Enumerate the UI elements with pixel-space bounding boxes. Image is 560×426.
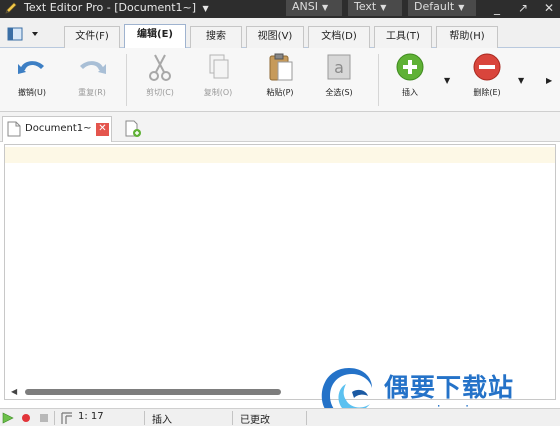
tab-search[interactable]: 搜索 (190, 26, 242, 48)
insert-mode-indicator[interactable]: 插入 (152, 411, 172, 426)
cut-button[interactable]: 剪切(C) (138, 52, 182, 108)
cut-label: 剪切(C) (146, 88, 174, 97)
encoding-value: ANSI (292, 0, 318, 13)
minimize-button[interactable]: _ (488, 0, 506, 18)
status-divider (232, 411, 233, 425)
ribbon-toolbar: 撤销(U) 重复(R) 剪切(C) 复制(O) 粘贴(P) a 全选(S) 插入… (0, 48, 560, 112)
tab-file[interactable]: 文件(F) (64, 26, 120, 48)
window-layout-icon (7, 27, 38, 41)
select-all-icon: a (327, 54, 351, 80)
stop-macro-icon[interactable] (38, 412, 50, 424)
paste-icon (269, 53, 293, 81)
document-icon (7, 121, 21, 137)
copy-button[interactable]: 复制(O) (196, 52, 240, 108)
title-bar: Text Editor Pro - [Document1~] ▼ ANSI ▼ T… (0, 0, 560, 18)
tab-edit[interactable]: 编辑(E) (124, 24, 186, 49)
scroll-left-icon[interactable]: ◀ (11, 387, 17, 396)
syntax-value: Text (354, 0, 377, 13)
insert-dropdown-chevron-icon[interactable]: ▼ (444, 76, 450, 85)
minus-circle-icon (473, 53, 501, 81)
undo-icon (18, 61, 44, 74)
undo-label: 撤销(U) (17, 88, 47, 97)
status-divider (54, 411, 55, 425)
close-tab-button[interactable]: ✕ (96, 123, 109, 136)
chevron-down-icon: ▼ (380, 3, 387, 12)
select-all-button[interactable]: a 全选(S) (316, 52, 362, 108)
redo-label: 重复(R) (78, 88, 106, 97)
cursor-position-icon (61, 412, 72, 424)
restore-button[interactable]: ↗ (514, 0, 532, 18)
ribbon-divider (378, 54, 379, 106)
paste-button[interactable]: 粘贴(P) (258, 52, 302, 108)
ribbon-divider (126, 54, 127, 106)
copy-label: 复制(O) (203, 88, 233, 97)
menu-tab-row: 文件(F) 编辑(E) 搜索 视图(V) 文档(D) 工具(T) 帮助(H) (0, 18, 560, 49)
document-tab-label: Document1~ (25, 123, 92, 134)
current-line-highlight (5, 147, 555, 163)
modified-indicator: 已更改 (240, 415, 270, 426)
play-macro-icon[interactable] (2, 412, 14, 424)
insert-button[interactable]: 插入 (390, 52, 430, 108)
undo-button[interactable]: 撤销(U) (10, 52, 54, 108)
insert-label: 插入 (402, 88, 418, 97)
delete-dropdown-chevron-icon[interactable]: ▼ (518, 76, 524, 85)
document-tab[interactable]: Document1~ ✕ (2, 116, 112, 142)
tab-view[interactable]: 视图(V) (246, 26, 304, 48)
app-pen-icon[interactable] (4, 1, 18, 15)
tab-help[interactable]: 帮助(H) (436, 26, 498, 48)
encoding-dropdown[interactable]: ANSI ▼ (286, 0, 342, 16)
app-name: Text Editor Pro (24, 1, 104, 14)
delete-label: 删除(E) (473, 88, 501, 97)
paste-label: 粘贴(P) (266, 88, 294, 97)
redo-button[interactable]: 重复(R) (70, 52, 114, 108)
theme-value: Default (414, 0, 455, 13)
status-divider (144, 411, 145, 425)
chevron-down-icon[interactable]: ▼ (203, 4, 209, 13)
plus-circle-icon (396, 53, 424, 81)
syntax-dropdown[interactable]: Text ▼ (348, 0, 402, 16)
scrollbar-thumb[interactable] (25, 389, 281, 395)
new-document-icon[interactable] (124, 120, 142, 138)
text-editor-area[interactable]: ◀ (4, 144, 556, 400)
copy-icon (209, 54, 229, 79)
delete-button[interactable]: 删除(E) (466, 52, 508, 108)
ribbon-scroll-right-icon[interactable]: ▶ (546, 76, 552, 85)
quick-access-button[interactable] (6, 26, 42, 42)
chevron-down-icon: ▼ (321, 3, 329, 12)
record-macro-icon[interactable] (20, 412, 32, 424)
document-tab-bar: Document1~ ✕ (0, 112, 560, 142)
theme-dropdown[interactable]: Default ▼ (408, 0, 476, 16)
tab-tools[interactable]: 工具(T) (374, 26, 432, 48)
title-separator: - (106, 1, 111, 14)
svg-text:a: a (334, 58, 344, 77)
cursor-position: 1: 17 (78, 411, 104, 422)
document-title: [Document1~] (114, 1, 197, 14)
status-bar: 1: 17 插入 已更改 (0, 408, 560, 426)
close-window-button[interactable]: ✕ (540, 0, 558, 18)
status-divider (306, 411, 307, 425)
scissors-icon (149, 54, 171, 81)
chevron-down-icon: ▼ (458, 3, 465, 12)
tab-document[interactable]: 文档(D) (308, 26, 370, 48)
window-title: Text Editor Pro - [Document1~] ▼ (24, 1, 209, 14)
select-all-label: 全选(S) (325, 88, 353, 97)
redo-icon (80, 61, 106, 74)
watermark-title: 偶要下载站 (384, 373, 515, 402)
